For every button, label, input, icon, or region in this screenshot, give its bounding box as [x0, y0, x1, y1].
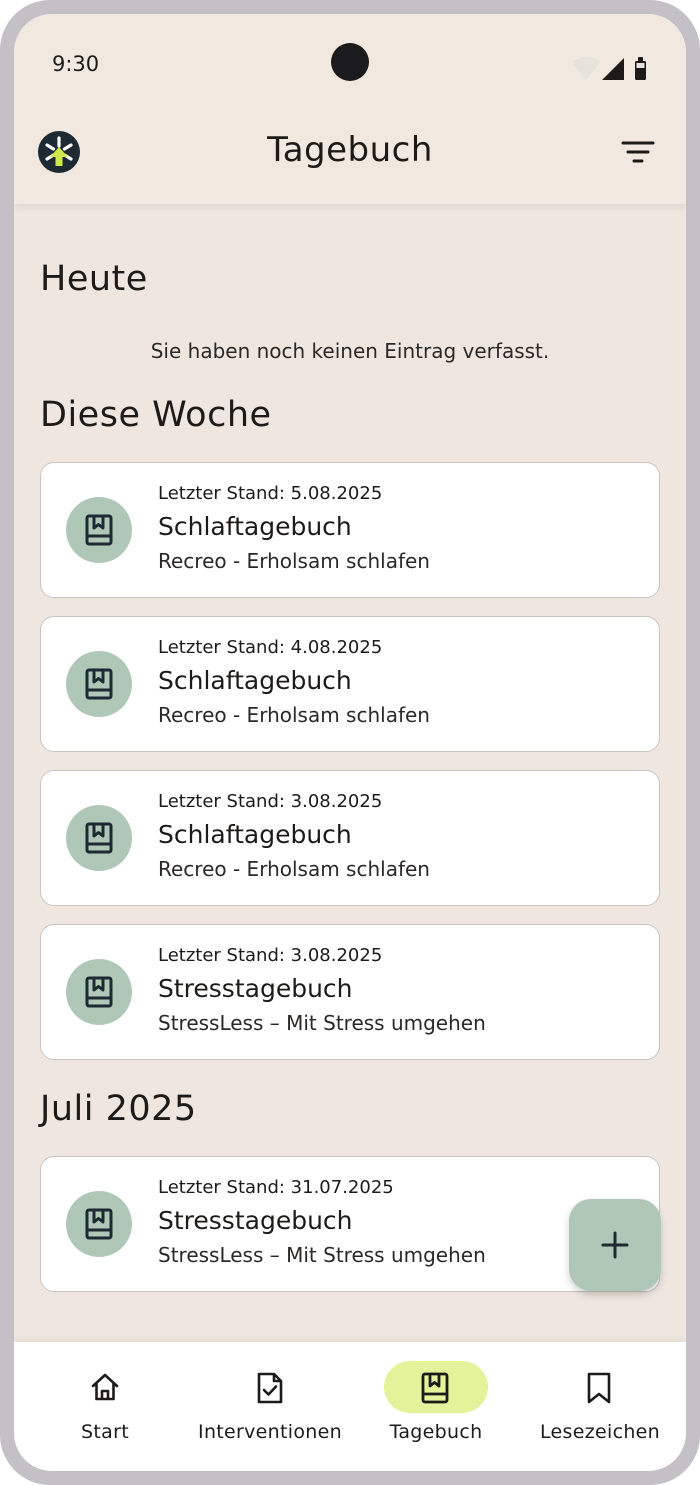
entry-subtitle: StressLess – Mit Stress umgehen — [158, 1243, 486, 1267]
journal-entry-card[interactable]: Letzter Stand: 4.08.2025 Schlaftagebuch … — [40, 616, 660, 752]
nav-icon-container — [218, 1361, 322, 1413]
entry-date: Letzter Stand: 31.07.2025 — [158, 1177, 394, 1198]
nav-item-tagebuch[interactable]: Tagebuch — [350, 1342, 522, 1471]
entry-icon-circle — [66, 651, 132, 717]
journal-icon — [85, 976, 113, 1008]
status-time: 9:30 — [52, 52, 100, 76]
entry-title: Stresstagebuch — [158, 974, 353, 1003]
entry-icon-circle — [66, 805, 132, 871]
nav-item-lesezeichen[interactable]: Lesezeichen — [514, 1342, 686, 1471]
entry-subtitle: Recreo - Erholsam schlafen — [158, 857, 430, 881]
status-bar: 9:30 — [14, 14, 686, 100]
journal-icon — [421, 1372, 449, 1404]
journal-entry-card[interactable]: Letzter Stand: 5.08.2025 Schlaftagebuch … — [40, 462, 660, 598]
section-title-july: Juli 2025 — [40, 1089, 197, 1129]
bookmark-icon — [587, 1372, 611, 1404]
nav-icon-container — [548, 1361, 652, 1413]
entry-icon-circle — [66, 1191, 132, 1257]
journal-entry-card[interactable]: Letzter Stand: 3.08.2025 Schlaftagebuch … — [40, 770, 660, 906]
journal-icon — [85, 822, 113, 854]
nav-item-start[interactable]: Start — [14, 1342, 196, 1471]
journal-icon — [85, 668, 113, 700]
signal-icon — [602, 58, 624, 80]
nav-label: Lesezeichen — [540, 1421, 660, 1443]
entry-icon-circle — [66, 959, 132, 1025]
front-camera — [331, 43, 369, 81]
entry-title: Schlaftagebuch — [158, 666, 352, 695]
nav-icon-container — [53, 1361, 157, 1413]
journal-entry-card[interactable]: Letzter Stand: 31.07.2025 Stresstagebuch… — [40, 1156, 660, 1292]
nav-icon-container-active — [384, 1361, 488, 1413]
empty-state-message: Sie haben noch keinen Eintrag verfasst. — [150, 339, 550, 363]
section-title-today: Heute — [40, 259, 148, 299]
entry-icon-circle — [66, 497, 132, 563]
wifi-icon — [572, 57, 600, 80]
journal-icon — [85, 514, 113, 546]
screen: 9:30 Tagebuch Heute Sie haben noch keine… — [14, 14, 686, 1471]
bottom-navigation: Start Interventionen Tagebuch Lesezeiche… — [14, 1342, 686, 1471]
system-status-icons — [572, 57, 646, 80]
section-title-this-week: Diese Woche — [40, 395, 272, 435]
entry-date: Letzter Stand: 5.08.2025 — [158, 483, 383, 504]
page-title: Tagebuch — [267, 130, 433, 170]
journal-icon — [85, 1208, 113, 1240]
app-bar: Tagebuch — [14, 100, 686, 204]
entry-date: Letzter Stand: 3.08.2025 — [158, 791, 383, 812]
entry-title: Schlaftagebuch — [158, 512, 352, 541]
journal-entry-card[interactable]: Letzter Stand: 3.08.2025 Stresstagebuch … — [40, 924, 660, 1060]
entry-date: Letzter Stand: 4.08.2025 — [158, 637, 383, 658]
entry-title: Stresstagebuch — [158, 1206, 353, 1235]
plus-icon — [601, 1231, 629, 1259]
device-frame: 9:30 Tagebuch Heute Sie haben noch keine… — [0, 0, 700, 1485]
entry-subtitle: Recreo - Erholsam schlafen — [158, 549, 430, 573]
entry-subtitle: Recreo - Erholsam schlafen — [158, 703, 430, 727]
add-entry-button[interactable] — [569, 1199, 661, 1291]
document-check-icon — [257, 1372, 283, 1404]
entry-date: Letzter Stand: 3.08.2025 — [158, 945, 383, 966]
filter-icon[interactable] — [620, 136, 656, 168]
entry-title: Schlaftagebuch — [158, 820, 352, 849]
home-icon — [91, 1373, 119, 1401]
entry-subtitle: StressLess – Mit Stress umgehen — [158, 1011, 486, 1035]
nav-item-interventionen[interactable]: Interventionen — [184, 1342, 356, 1471]
